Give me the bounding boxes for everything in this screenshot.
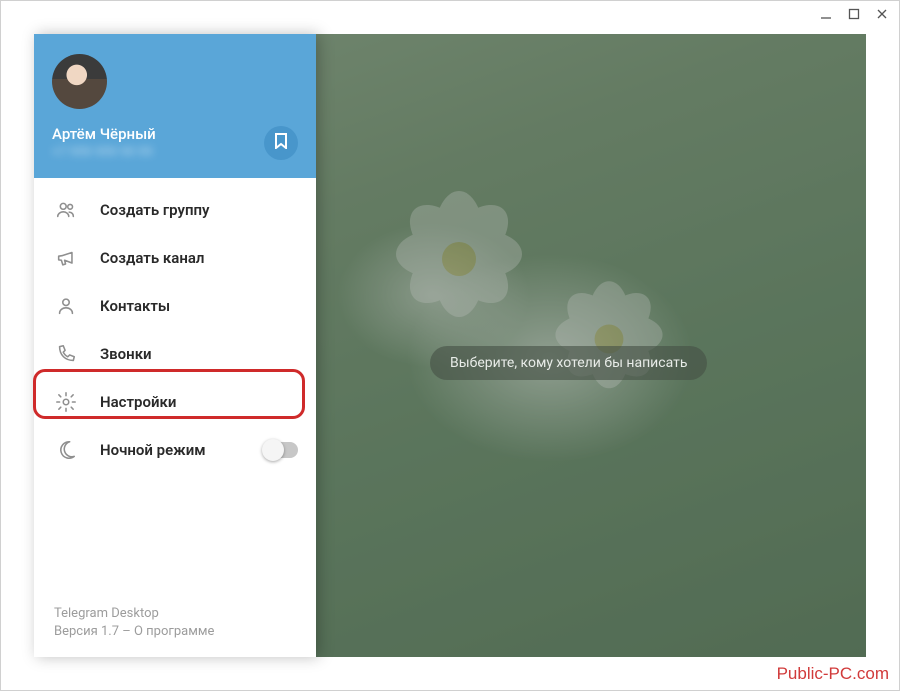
main-menu-drawer: Артём Чёрный +7 999 999 99 99 Создать гр… [34,34,316,657]
menu-calls[interactable]: Звонки [34,330,316,378]
avatar[interactable] [52,54,107,109]
window-controls [819,7,889,21]
moon-icon [54,438,78,462]
menu-contacts[interactable]: Контакты [34,282,316,330]
saved-messages-button[interactable] [264,126,298,160]
menu-night-mode[interactable]: Ночной режим [34,426,316,474]
decor-flower [545,275,673,403]
close-icon[interactable] [875,7,889,21]
menu-label: Создать группу [100,201,210,219]
app-name: Telegram Desktop [54,606,296,621]
menu-settings[interactable]: Настройки [34,378,316,426]
bookmark-icon [274,133,288,153]
contact-icon [54,294,78,318]
user-name: Артём Чёрный [52,125,156,143]
megaphone-icon [54,246,78,270]
menu-label: Ночной режим [100,441,206,459]
decor-flower [384,184,534,334]
chat-placeholder: Выберите, кому хотели бы написать [430,346,707,380]
menu-new-channel[interactable]: Создать канал [34,234,316,282]
group-icon [54,198,78,222]
menu-label: Звонки [100,345,152,363]
watermark: Public-PC.com [777,664,889,684]
maximize-icon[interactable] [847,7,861,21]
menu-list: Создать группу Создать канал Контакты Зв… [34,178,316,590]
menu-label: Настройки [100,393,176,411]
menu-new-group[interactable]: Создать группу [34,186,316,234]
menu-label: Создать канал [100,249,204,267]
app-version[interactable]: Версия 1.7 – О программе [54,624,296,639]
menu-label: Контакты [100,297,170,315]
user-phone: +7 999 999 99 99 [52,145,156,160]
drawer-header: Артём Чёрный +7 999 999 99 99 [34,34,316,178]
minimize-icon[interactable] [819,7,833,21]
app-window: Выберите, кому хотели бы написать Артём … [0,0,900,691]
night-mode-toggle[interactable] [264,442,298,458]
phone-icon [54,342,78,366]
gear-icon [54,390,78,414]
drawer-footer: Telegram Desktop Версия 1.7 – О программ… [34,590,316,657]
